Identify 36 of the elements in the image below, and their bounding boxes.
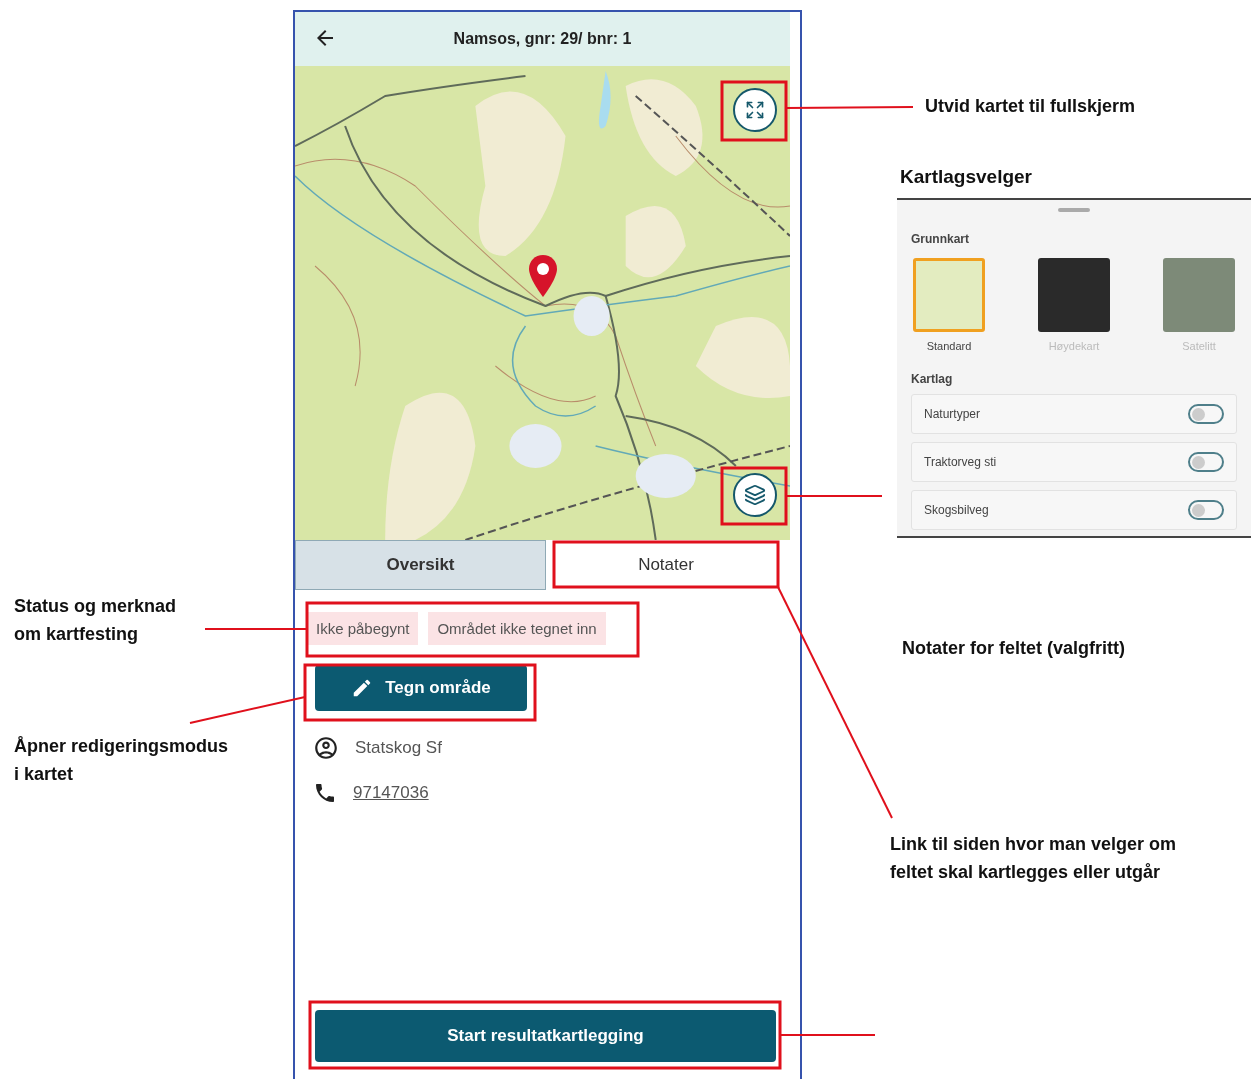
header-title: Namsos, gnr: 29/ bnr: 1 — [453, 30, 632, 48]
phone-icon — [313, 781, 337, 805]
thumbnail-label: Høydekart — [1048, 340, 1100, 352]
annotation-text: Notater for feltet (valgfritt) — [902, 637, 1125, 660]
map-thumbnail[interactable] — [1163, 258, 1235, 332]
map-pin-icon — [529, 255, 557, 297]
section-heading: Grunnkart — [911, 232, 970, 246]
highlight-frame — [720, 80, 788, 142]
phone-link[interactable]: 97147036 — [353, 783, 429, 803]
toggle-switch[interactable] — [1188, 452, 1224, 472]
layers-icon — [744, 484, 766, 506]
highlight-frame — [720, 466, 788, 526]
layer-label: Skogsbilveg — [924, 503, 989, 517]
section-heading: Kartlag — [911, 372, 954, 386]
tab[interactable]: Oversikt — [295, 540, 546, 590]
annotation-text: Status og merknad om kartfesting — [14, 595, 177, 646]
owner-name: Statskog Sf — [355, 738, 442, 758]
draw-area-button[interactable]: Tegn område — [315, 665, 527, 711]
user-icon — [313, 735, 339, 761]
annotation-text: Link til siden hvor man velger om feltet skal kartlegges eller utgår — [890, 833, 1177, 884]
thumbnail-label: Standard — [926, 340, 972, 352]
thumbnail-label: Satelitt — [1182, 340, 1216, 352]
drag-handle[interactable] — [1058, 208, 1090, 212]
map-thumbnail[interactable] — [1038, 258, 1110, 332]
picker-title: Kartlagsvelger — [900, 166, 1032, 188]
status-tag: Ikke påbegynt — [307, 612, 419, 645]
annotation-text: Utvid kartet til fullskjerm — [925, 95, 1136, 118]
status-tag: Området ikke tegnet inn — [428, 612, 606, 645]
map-thumbnail[interactable] — [913, 258, 985, 332]
toggle-switch[interactable] — [1188, 500, 1224, 520]
fullscreen-icon — [745, 100, 765, 120]
start-button[interactable]: Start resultatkartlegging — [315, 1010, 776, 1062]
toggle-switch[interactable] — [1188, 404, 1224, 424]
layer-label: Traktorveg sti — [924, 455, 997, 469]
layer-label: Naturtyper — [924, 407, 981, 421]
annotation-text: Åpner redigeringsmodus i kartet — [14, 735, 229, 786]
